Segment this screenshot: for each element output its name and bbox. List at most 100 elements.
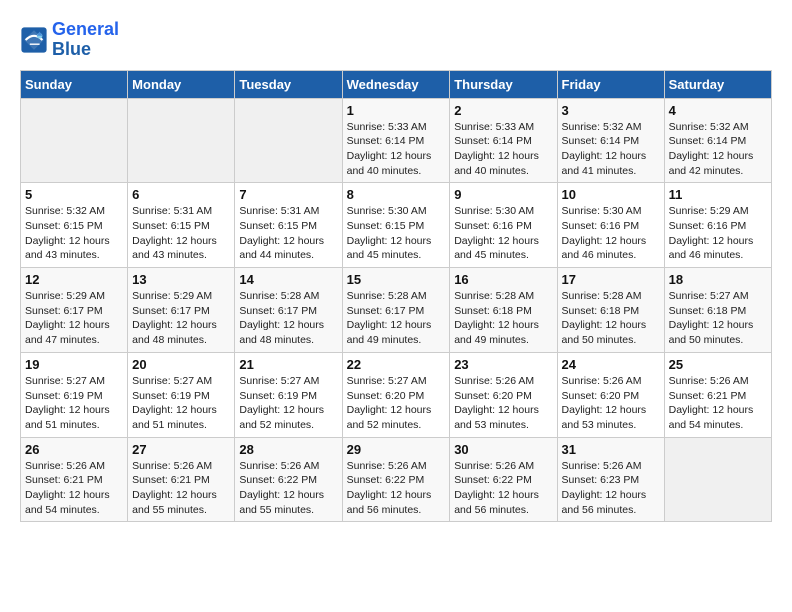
day-number: 7 [239,187,337,202]
day-info: Sunrise: 5:28 AM Sunset: 6:18 PM Dayligh… [562,289,660,348]
day-number: 27 [132,442,230,457]
day-number: 31 [562,442,660,457]
day-number: 12 [25,272,123,287]
empty-cell [21,98,128,183]
day-info: Sunrise: 5:26 AM Sunset: 6:23 PM Dayligh… [562,459,660,518]
day-info: Sunrise: 5:29 AM Sunset: 6:17 PM Dayligh… [25,289,123,348]
calendar-day-3: 3Sunrise: 5:32 AM Sunset: 6:14 PM Daylig… [557,98,664,183]
calendar-day-8: 8Sunrise: 5:30 AM Sunset: 6:15 PM Daylig… [342,183,450,268]
calendar-day-19: 19 Sunrise: 5:27 AM Sunset: 6:19 PM Dayli… [21,352,128,437]
empty-cell [128,98,235,183]
logo: General Blue [20,20,119,60]
logo-text-block: General Blue [52,20,119,60]
day-number: 20 [132,357,230,372]
page-header: General Blue [20,20,772,60]
calendar-day-20: 20 Sunrise: 5:27 AM Sunset: 6:19 PM Dayli… [128,352,235,437]
calendar-day-26: 26Sunrise: 5:26 AM Sunset: 6:21 PM Dayli… [21,437,128,522]
day-info: Sunrise: 5:30 AM Sunset: 6:15 PM Dayligh… [347,204,446,263]
day-number: 24 [562,357,660,372]
calendar-day-25: 25 Sunrise: 5:26 AM Sunset: 6:21 PM Dayli… [664,352,771,437]
calendar-week-2: 5 Sunrise: 5:32 AM Sunset: 6:15 PM Daylig… [21,183,772,268]
calendar-day-24: 24 Sunrise: 5:26 AM Sunset: 6:20 PM Dayli… [557,352,664,437]
calendar-day-21: 21 Sunrise: 5:27 AM Sunset: 6:19 PM Dayli… [235,352,342,437]
day-number: 10 [562,187,660,202]
day-info: Sunrise: 5:27 AM Sunset: 6:20 PM Dayligh… [347,374,446,433]
calendar-day-27: 27 Sunrise: 5:26 AM Sunset: 6:21 PM Dayli… [128,437,235,522]
day-number: 17 [562,272,660,287]
day-number: 18 [669,272,767,287]
logo-text-blue: Blue [52,40,119,60]
calendar-day-28: 28 Sunrise: 5:26 AM Sunset: 6:22 PM Dayli… [235,437,342,522]
day-info: Sunrise: 5:32 AM Sunset: 6:14 PM Dayligh… [669,120,767,179]
calendar-day-13: 13 Sunrise: 5:29 AM Sunset: 6:17 PM Dayli… [128,268,235,353]
day-number: 23 [454,357,552,372]
day-info: Sunrise: 5:29 AM Sunset: 6:17 PM Dayligh… [132,289,230,348]
day-number: 13 [132,272,230,287]
day-number: 6 [132,187,230,202]
day-info: Sunrise: 5:31 AM Sunset: 6:15 PM Dayligh… [132,204,230,263]
day-info: Sunrise: 5:26 AM Sunset: 6:21 PM Dayligh… [132,459,230,518]
calendar-day-14: 14Sunrise: 5:28 AM Sunset: 6:17 PM Dayli… [235,268,342,353]
calendar-week-1: 1 Sunrise: 5:33 AM Sunset: 6:14 PM Daylig… [21,98,772,183]
calendar-day-10: 10 Sunrise: 5:30 AM Sunset: 6:16 PM Dayli… [557,183,664,268]
empty-cell [664,437,771,522]
calendar-day-17: 17 Sunrise: 5:28 AM Sunset: 6:18 PM Dayli… [557,268,664,353]
day-number: 2 [454,103,552,118]
weekday-header-saturday: Saturday [664,70,771,98]
day-number: 28 [239,442,337,457]
day-info: Sunrise: 5:29 AM Sunset: 6:16 PM Dayligh… [669,204,767,263]
calendar-day-4: 4 Sunrise: 5:32 AM Sunset: 6:14 PM Daylig… [664,98,771,183]
day-number: 25 [669,357,767,372]
day-info: Sunrise: 5:30 AM Sunset: 6:16 PM Dayligh… [454,204,552,263]
calendar-week-4: 19 Sunrise: 5:27 AM Sunset: 6:19 PM Dayli… [21,352,772,437]
weekday-header-sunday: Sunday [21,70,128,98]
day-info: Sunrise: 5:32 AM Sunset: 6:15 PM Dayligh… [25,204,123,263]
calendar-header: SundayMondayTuesdayWednesdayThursdayFrid… [21,70,772,98]
calendar-table: SundayMondayTuesdayWednesdayThursdayFrid… [20,70,772,523]
day-info: Sunrise: 5:27 AM Sunset: 6:19 PM Dayligh… [239,374,337,433]
day-info: Sunrise: 5:26 AM Sunset: 6:21 PM Dayligh… [669,374,767,433]
day-info: Sunrise: 5:26 AM Sunset: 6:22 PM Dayligh… [454,459,552,518]
calendar-day-23: 23Sunrise: 5:26 AM Sunset: 6:20 PM Dayli… [450,352,557,437]
calendar-day-22: 22 Sunrise: 5:27 AM Sunset: 6:20 PM Dayli… [342,352,450,437]
calendar-day-16: 16Sunrise: 5:28 AM Sunset: 6:18 PM Dayli… [450,268,557,353]
calendar-day-30: 30 Sunrise: 5:26 AM Sunset: 6:22 PM Dayli… [450,437,557,522]
day-number: 9 [454,187,552,202]
day-number: 4 [669,103,767,118]
empty-cell [235,98,342,183]
day-info: Sunrise: 5:30 AM Sunset: 6:16 PM Dayligh… [562,204,660,263]
day-info: Sunrise: 5:27 AM Sunset: 6:19 PM Dayligh… [25,374,123,433]
day-number: 21 [239,357,337,372]
day-number: 1 [347,103,446,118]
day-info: Sunrise: 5:32 AM Sunset: 6:14 PM Dayligh… [562,120,660,179]
calendar-body: 1 Sunrise: 5:33 AM Sunset: 6:14 PM Daylig… [21,98,772,522]
weekday-header-friday: Friday [557,70,664,98]
logo-icon [20,26,48,54]
day-number: 5 [25,187,123,202]
calendar-week-3: 12 Sunrise: 5:29 AM Sunset: 6:17 PM Dayli… [21,268,772,353]
day-info: Sunrise: 5:33 AM Sunset: 6:14 PM Dayligh… [347,120,446,179]
day-number: 22 [347,357,446,372]
day-number: 15 [347,272,446,287]
weekday-header-tuesday: Tuesday [235,70,342,98]
calendar-day-12: 12 Sunrise: 5:29 AM Sunset: 6:17 PM Dayli… [21,268,128,353]
calendar-day-1: 1 Sunrise: 5:33 AM Sunset: 6:14 PM Daylig… [342,98,450,183]
calendar-day-31: 31 Sunrise: 5:26 AM Sunset: 6:23 PM Dayli… [557,437,664,522]
calendar-day-6: 6 Sunrise: 5:31 AM Sunset: 6:15 PM Daylig… [128,183,235,268]
weekday-header-thursday: Thursday [450,70,557,98]
day-info: Sunrise: 5:28 AM Sunset: 6:17 PM Dayligh… [347,289,446,348]
calendar-day-18: 18 Sunrise: 5:27 AM Sunset: 6:18 PM Dayli… [664,268,771,353]
weekday-header-row: SundayMondayTuesdayWednesdayThursdayFrid… [21,70,772,98]
calendar-day-5: 5 Sunrise: 5:32 AM Sunset: 6:15 PM Daylig… [21,183,128,268]
day-number: 30 [454,442,552,457]
day-info: Sunrise: 5:26 AM Sunset: 6:20 PM Dayligh… [562,374,660,433]
calendar-week-5: 26Sunrise: 5:26 AM Sunset: 6:21 PM Dayli… [21,437,772,522]
day-info: Sunrise: 5:27 AM Sunset: 6:19 PM Dayligh… [132,374,230,433]
day-number: 14 [239,272,337,287]
day-info: Sunrise: 5:26 AM Sunset: 6:22 PM Dayligh… [239,459,337,518]
day-info: Sunrise: 5:27 AM Sunset: 6:18 PM Dayligh… [669,289,767,348]
day-info: Sunrise: 5:33 AM Sunset: 6:14 PM Dayligh… [454,120,552,179]
weekday-header-wednesday: Wednesday [342,70,450,98]
day-info: Sunrise: 5:31 AM Sunset: 6:15 PM Dayligh… [239,204,337,263]
day-number: 19 [25,357,123,372]
